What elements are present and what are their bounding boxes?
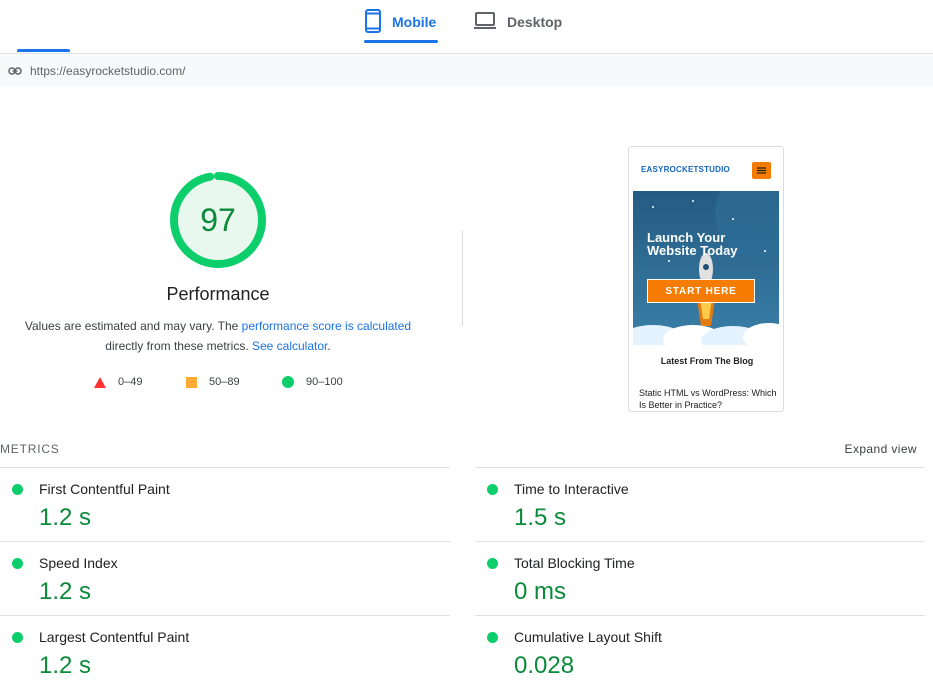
section-indicator xyxy=(17,49,70,52)
pass-circle-icon xyxy=(487,632,498,643)
tab-desktop[interactable]: Desktop xyxy=(473,0,562,44)
preview-hero: Launch Your Website Today START HERE xyxy=(633,191,779,345)
triangle-icon xyxy=(94,376,106,388)
legend-average: 50–89 xyxy=(186,374,240,390)
expand-view-button[interactable]: Expand view xyxy=(845,442,917,456)
link-icon xyxy=(8,64,22,78)
metric-largest-contentful-paint: Largest Contentful Paint 1.2 s xyxy=(0,615,450,681)
metric-label: Cumulative Layout Shift xyxy=(514,629,662,645)
desc-end: . xyxy=(327,339,331,353)
vertical-divider xyxy=(462,230,463,326)
preview-blog-heading: Latest From The Blog xyxy=(660,356,754,366)
tested-url[interactable]: https://easyrocketstudio.com/ xyxy=(30,64,185,78)
metric-total-blocking-time: Total Blocking Time 0 ms xyxy=(475,541,925,615)
metric-label: Time to Interactive xyxy=(514,481,629,497)
metric-time-to-interactive: Time to Interactive 1.5 s xyxy=(475,467,925,541)
square-icon xyxy=(186,376,197,388)
metric-value: 0.028 xyxy=(514,652,575,679)
metric-value: 1.5 s xyxy=(514,504,567,531)
tab-mobile-label: Mobile xyxy=(392,14,437,30)
metric-value: 0 ms xyxy=(514,578,567,605)
smartphone-icon xyxy=(364,8,382,36)
desc-text-1: Values are estimated and may vary. The xyxy=(24,319,242,333)
legend-pass-label: 90–100 xyxy=(306,376,343,388)
performance-score: 97 xyxy=(200,201,236,238)
url-bar: https://easyrocketstudio.com/ xyxy=(0,55,933,87)
metric-value: 1.2 s xyxy=(39,578,92,605)
metric-speed-index: Speed Index 1.2 s xyxy=(0,541,450,615)
preview-blog-item: Static HTML vs WordPress: Which Is Bette… xyxy=(639,388,777,410)
active-tab-indicator xyxy=(364,40,438,43)
pass-circle-icon xyxy=(487,484,498,495)
legend-fail: 0–49 xyxy=(94,374,142,390)
tab-desktop-label: Desktop xyxy=(507,14,563,30)
metric-label: Largest Contentful Paint xyxy=(39,629,190,645)
pass-circle-icon xyxy=(12,558,23,569)
hero-illustration xyxy=(633,191,779,345)
hamburger-menu-icon xyxy=(752,162,771,179)
score-calculated-link[interactable]: performance score is calculated xyxy=(242,319,411,333)
pass-circle-icon xyxy=(12,484,23,495)
performance-title: Performance xyxy=(166,284,270,304)
performance-description: Values are estimated and may vary. The p… xyxy=(18,316,418,356)
pass-circle-icon xyxy=(12,632,23,643)
metric-label: Total Blocking Time xyxy=(514,555,635,571)
legend-fail-label: 0–49 xyxy=(118,376,143,388)
metric-label: First Contentful Paint xyxy=(39,481,170,497)
metric-value: 1.2 s xyxy=(39,504,92,531)
metric-first-contentful-paint: First Contentful Paint 1.2 s xyxy=(0,467,450,541)
metric-value: 1.2 s xyxy=(39,652,92,679)
legend-average-label: 50–89 xyxy=(209,376,240,388)
pass-circle-icon xyxy=(487,558,498,569)
see-calculator-link[interactable]: See calculator xyxy=(252,339,327,353)
desc-text-2: directly from these metrics. xyxy=(105,339,252,353)
report-tabs: Mobile Desktop xyxy=(0,0,933,54)
circle-icon xyxy=(282,376,294,388)
metric-label: Speed Index xyxy=(39,555,118,571)
tab-mobile[interactable]: Mobile xyxy=(364,0,436,44)
legend-pass: 90–100 xyxy=(282,374,343,390)
page-screenshot-preview: EASYROCKETSTUDIO Launch Your Website Tod… xyxy=(628,146,784,412)
metrics-header: METRICS xyxy=(0,442,60,456)
preview-logo: EASYROCKETSTUDIO xyxy=(641,165,730,174)
laptop-icon xyxy=(473,11,497,34)
preview-start-button: START HERE xyxy=(647,279,755,303)
preview-hero-title: Launch Your Website Today xyxy=(647,230,738,258)
metric-cumulative-layout-shift: Cumulative Layout Shift 0.028 xyxy=(475,615,925,681)
